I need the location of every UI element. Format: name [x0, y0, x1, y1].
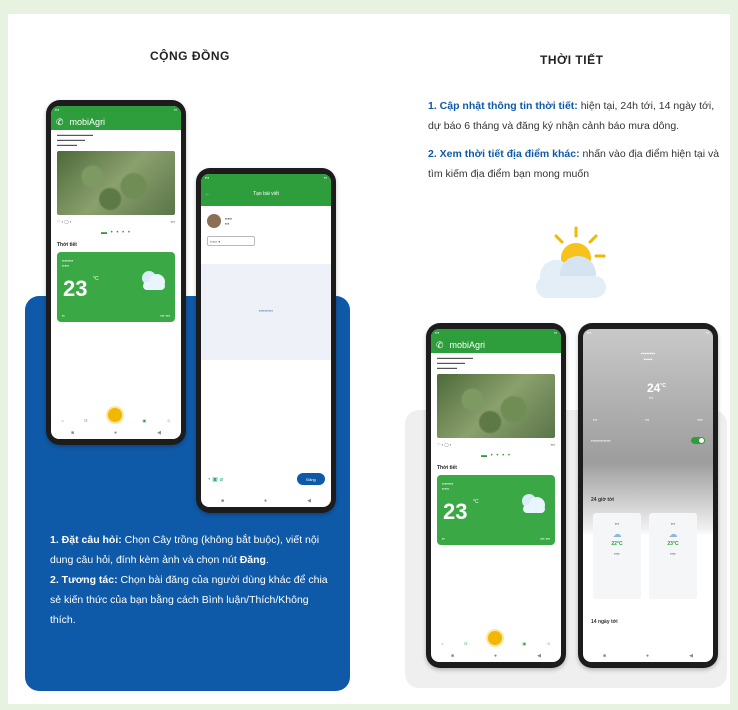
create-post-screen: ▪▪▪ ▪▪ ← Tạo bài viết ▪▪▪▪▪ ▪▪▪ ▪▪▪▪▪ ▾ ▪▪… [201, 174, 331, 507]
like-icon[interactable]: ♡ ▪ ◯ ▪ [437, 442, 451, 447]
community-section-title: CỘNG ĐỒNG [150, 49, 230, 63]
system-nav: ■ ● ◀ [603, 653, 693, 659]
post-preview-text: ▬▬▬▬▬▬▬▬▬ ▬▬▬▬▬▬▬ ▬▬▬▬▬ [437, 355, 473, 370]
weather-label: Thời tiết [57, 242, 77, 248]
detail-condition: ▪▪▪ [649, 395, 654, 400]
weather-footer: ▪▪ ▪▪▪ ▪▪▪ [442, 536, 550, 541]
post-screen-title: Tạo bài viết [253, 191, 279, 197]
post-meta: ♡ ▪ ◯ ▪ ▪▪▪ [437, 442, 555, 447]
hourly-card[interactable]: ▪▪▪ ☁ 23°C ▪▪▪▪ [649, 513, 697, 599]
profile-nav-icon[interactable]: ☺ [167, 418, 171, 423]
weather-location: ▪▪▪▪▪▪▪▪ ▪▪▪▪▪ [62, 258, 74, 268]
status-bar: ▪▪▪ ▪▪ [201, 174, 331, 182]
community-nav-icon[interactable]: ☷ [464, 641, 468, 646]
cloud-icon: ☁ [668, 529, 678, 539]
system-nav: ■ ● ◀ [71, 430, 161, 436]
cloud-icon: ☁ [612, 529, 622, 539]
community-nav-icon[interactable]: ☷ [84, 418, 88, 423]
phone-icon[interactable]: ✆ [436, 340, 444, 351]
weather-home-phone: ▪▪▪ ▪▪ ✆ mobiAgri ▬▬▬▬▬▬▬▬▬ ▬▬▬▬▬▬▬ ▬▬▬▬▬ ♡… [426, 323, 566, 668]
cloud-icon [522, 494, 545, 513]
instruction-2: 2. Tương tác: Chọn bài đăng của người dù… [50, 574, 328, 626]
status-bar: ▪▪▪ ▪▪ [431, 329, 561, 337]
weather-instruction-1: 1. Cập nhật thông tin thời tiết: hiện tạ… [428, 100, 715, 132]
user-info: ▪▪▪▪▪ ▪▪▪ [201, 206, 331, 232]
app-name: mobiAgri [69, 117, 106, 127]
alert-toggle[interactable] [691, 437, 705, 444]
system-nav: ■ ● ◀ [221, 498, 311, 504]
create-post-phone: ▪▪▪ ▪▪ ← Tạo bài viết ▪▪▪▪▪ ▪▪▪ ▪▪▪▪▪ ▾ ▪▪… [196, 168, 336, 513]
weather-temperature: 23 [63, 276, 88, 301]
profile-nav-icon[interactable]: ☺ [547, 641, 551, 646]
bottom-nav: ⌂ ☷ ▣ ☺ [431, 631, 561, 652]
home-nav-icon[interactable]: ⌂ [61, 418, 63, 423]
weather-card[interactable]: ▪▪▪▪▪▪▪▪ ▪▪▪▪▪ 23 °C ▪▪ ▪▪▪ ▪▪▪ [57, 252, 175, 322]
status-bar: ▪▪▪ ▪▪ [51, 106, 181, 114]
weather-detail-phone: ▪▪▪ ▪▪ ▪▪▪▪▪▪▪▪ ▪▪▪▪▪ 24°C ▪▪▪ ▪▪▪ ▪▪▪ ▪▪▪▪ … [578, 323, 718, 668]
fab-button[interactable] [488, 631, 503, 645]
weather-section-title: THỜI TIẾT [540, 53, 604, 67]
community-feed-phone: ▪▪▪ ▪▪ ✆ mobiAgri ▬▬▬▬▬▬▬▬▬ ▬▬▬▬▬▬▬ ▬▬▬▬▬ ♡… [46, 100, 186, 445]
crop-select[interactable]: ▪▪▪▪▪ ▾ [207, 236, 255, 246]
weather-instructions: 1. Cập nhật thông tin thời tiết: hiện tạ… [428, 96, 720, 184]
detail-temperature: 24°C [647, 381, 666, 395]
instruction-1: 1. Đặt câu hỏi: Chọn Cây trồng (không bắ… [50, 534, 320, 566]
post-meta: ♡ ▪ ◯ ▪ ▪▪▪ [57, 219, 175, 224]
home-nav-icon[interactable]: ⌂ [441, 641, 443, 646]
market-nav-icon[interactable]: ▣ [142, 418, 146, 423]
detail-stats: ▪▪▪ ▪▪▪ ▪▪▪▪ [593, 417, 703, 422]
daily-forecast-label: 14 ngày tới [591, 619, 618, 625]
community-instructions: 1. Đặt câu hỏi: Chọn Cây trồng (không bắ… [50, 530, 335, 630]
weather-footer: ▪▪ ▪▪▪ ▪▪▪ [62, 313, 170, 318]
weather-card[interactable]: ▪▪▪▪▪▪▪▪ ▪▪▪▪▪ 23 °C ▪▪ ▪▪▪ ▪▪▪ [437, 475, 555, 545]
market-nav-icon[interactable]: ▣ [522, 641, 526, 646]
sun-cloud-icon [536, 226, 606, 298]
app-bar: ✆ mobiAgri [431, 337, 561, 353]
post-submit-button[interactable]: Đăng [297, 473, 325, 485]
temp-unit: °C [473, 499, 479, 505]
app-name: mobiAgri [449, 340, 486, 350]
cloud-icon [142, 271, 165, 290]
temp-unit: °C [93, 276, 99, 282]
plant-photo[interactable] [57, 151, 175, 215]
bottom-nav: ⌂ ☷ ▣ ☺ [51, 408, 181, 429]
hourly-card[interactable]: ▪▪▪ ☁ 22°C ▪▪▪▪ [593, 513, 641, 599]
status-bar: ▪▪▪ ▪▪ [587, 330, 709, 335]
app-bar: ✆ mobiAgri [51, 114, 181, 130]
hourly-forecast-label: 24 giờ tới [591, 497, 614, 503]
avatar [207, 214, 221, 228]
weather-detail-screen: ▪▪▪ ▪▪ ▪▪▪▪▪▪▪▪ ▪▪▪▪▪ 24°C ▪▪▪ ▪▪▪ ▪▪▪ ▪▪▪▪ … [583, 329, 713, 662]
weather-home-screen: ▪▪▪ ▪▪ ✆ mobiAgri ▬▬▬▬▬▬▬▬▬ ▬▬▬▬▬▬▬ ▬▬▬▬▬ ♡… [431, 329, 561, 662]
post-preview-text: ▬▬▬▬▬▬▬▬▬ ▬▬▬▬▬▬▬ ▬▬▬▬▬ [57, 132, 93, 147]
post-header: ← Tạo bài viết [201, 182, 331, 206]
like-icon[interactable]: ♡ ▪ ◯ ▪ [57, 219, 71, 224]
weather-label: Thời tiết [437, 465, 457, 471]
user-name: ▪▪▪▪▪ ▪▪▪ [225, 216, 233, 226]
attachment-icons[interactable]: ◔ ▣ ⌀ [207, 476, 223, 483]
fab-button[interactable] [108, 408, 123, 422]
weather-temperature: 23 [443, 499, 468, 524]
detail-location[interactable]: ▪▪▪▪▪▪▪▪ ▪▪▪▪▪ [583, 337, 713, 363]
weather-instruction-2: 2. Xem thời tiết địa điểm khác: nhấn vào… [428, 148, 720, 180]
post-content-input[interactable]: ▪▪▪▪▪▪▪▪▪▪ [201, 264, 331, 360]
phone-icon[interactable]: ✆ [56, 117, 64, 128]
weather-location: ▪▪▪▪▪▪▪▪ ▪▪▪▪▪ [442, 481, 454, 491]
feed-screen: ▪▪▪ ▪▪ ✆ mobiAgri ▬▬▬▬▬▬▬▬▬ ▬▬▬▬▬▬▬ ▬▬▬▬▬ ♡… [51, 106, 181, 439]
system-nav: ■ ● ◀ [451, 653, 541, 659]
back-arrow-icon[interactable]: ← [205, 191, 210, 197]
plant-photo[interactable] [437, 374, 555, 438]
alert-toggle-row: ▪▪▪▪▪▪▪▪▪▪▪▪▪▪ [591, 437, 705, 444]
